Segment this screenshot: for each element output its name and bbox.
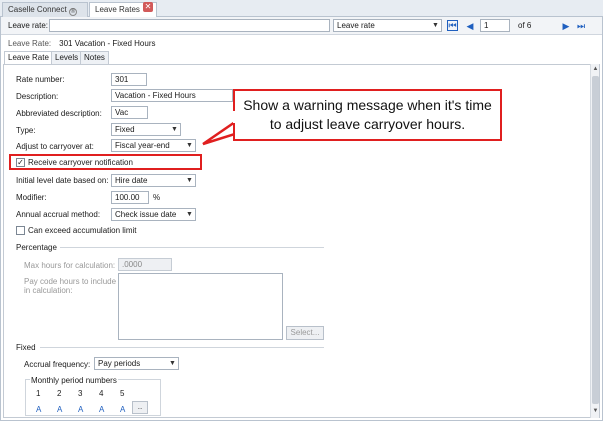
tab-notes[interactable]: Notes (80, 51, 109, 64)
annual-accrual-value: Check issue date (115, 210, 177, 219)
chevron-down-icon: ▼ (186, 177, 193, 184)
fixed-section-title: Fixed (16, 343, 36, 352)
annotation-callout: Show a warning message when it's time to… (233, 89, 502, 141)
document-tab-strip: Caselle Connect ® Leave Rates ✕ (0, 0, 603, 18)
chevron-down-icon: ▼ (432, 22, 439, 29)
period-number: 4 (99, 389, 104, 398)
period-number: 3 (78, 389, 83, 398)
modifier-input[interactable]: 100.00 (111, 191, 149, 204)
tab-label: Caselle Connect (8, 5, 67, 14)
tab-leave-rate[interactable]: Leave Rate (4, 51, 53, 65)
annual-accrual-select[interactable]: Check issue date ▼ (111, 208, 196, 221)
tab-label: Leave Rates (95, 5, 140, 14)
record-total: of 6 (518, 21, 532, 30)
exceed-limit-label: Can exceed accumulation limit (28, 226, 137, 235)
more-periods-button[interactable]: .. (132, 401, 148, 414)
percent-unit: % (153, 193, 161, 202)
current-record-info: Leave Rate: 301 Vacation - Fixed Hours (8, 39, 155, 48)
leave-rate-label: Leave rate: (8, 21, 49, 30)
abbreviated-description-label: Abbreviated description: (16, 109, 102, 118)
period-value[interactable]: A (36, 405, 41, 414)
leave-rate-select-value: Leave rate (337, 21, 375, 30)
max-hours-label: Max hours for calculation: (24, 261, 116, 270)
chevron-down-icon: ▼ (171, 126, 178, 133)
scroll-down-icon[interactable]: ▼ (592, 408, 599, 414)
select-pay-codes-button[interactable]: Select... (286, 326, 324, 340)
previous-record-icon[interactable]: ◀ (464, 20, 476, 32)
accrual-frequency-value: Pay periods (98, 359, 141, 368)
type-label: Type: (16, 126, 36, 135)
close-tab-icon[interactable]: ✕ (143, 2, 153, 12)
chevron-down-icon: ▼ (186, 142, 193, 149)
period-value[interactable]: A (57, 405, 62, 414)
vertical-scrollbar[interactable]: ▲ ▼ (590, 64, 599, 418)
last-record-icon[interactable]: ⏭ (575, 20, 587, 32)
rate-number-input[interactable]: 301 (111, 73, 147, 86)
section-divider (40, 347, 324, 348)
adjust-carryover-label: Adjust to carryover at: (16, 142, 94, 151)
leave-rate-input[interactable] (49, 19, 330, 32)
first-record-icon[interactable]: ⏮ (447, 20, 458, 31)
type-value: Fixed (115, 125, 135, 134)
chevron-down-icon: ▼ (186, 211, 193, 218)
abbreviated-description-input[interactable]: Vac (111, 106, 148, 119)
adjust-carryover-value: Fiscal year-end (115, 141, 170, 150)
callout-join (233, 111, 236, 123)
period-value[interactable]: A (99, 405, 104, 414)
type-select[interactable]: Fixed ▼ (111, 123, 181, 136)
chevron-down-icon: ▼ (169, 360, 176, 367)
period-value[interactable]: A (78, 405, 83, 414)
pay-code-list[interactable] (118, 273, 283, 340)
callout-pointer (202, 119, 237, 146)
rate-number-label: Rate number: (16, 75, 65, 84)
leave-rate-select[interactable]: Leave rate ▼ (333, 19, 442, 32)
pay-code-label-line2: in calculation: (24, 286, 73, 295)
exceed-limit-checkbox[interactable] (16, 226, 25, 235)
modifier-label: Modifier: (16, 193, 47, 202)
adjust-carryover-select[interactable]: Fiscal year-end ▼ (111, 139, 196, 152)
period-number: 5 (120, 389, 125, 398)
info-value: 301 Vacation - Fixed Hours (59, 39, 156, 48)
next-record-icon[interactable]: ▶ (560, 20, 572, 32)
tab-caselle-connect[interactable]: Caselle Connect ® (2, 2, 88, 17)
info-label: Leave Rate: (8, 39, 52, 48)
scroll-up-icon[interactable]: ▲ (592, 66, 599, 72)
section-divider (60, 247, 324, 248)
initial-level-select[interactable]: Hire date ▼ (111, 174, 196, 187)
pin-icon[interactable]: ® (68, 8, 77, 16)
accrual-frequency-select[interactable]: Pay periods ▼ (94, 357, 179, 370)
record-toolbar: Leave rate: Leave rate ▼ ⏮ ◀ 1 of 6 ▶ ⏭ (1, 17, 602, 35)
period-number: 2 (57, 389, 62, 398)
pay-code-label-line1: Pay code hours to include (24, 277, 117, 286)
monthly-period-label: Monthly period numbers (30, 376, 118, 385)
period-value[interactable]: A (120, 405, 125, 414)
percentage-section-title: Percentage (16, 243, 57, 252)
initial-level-label: Initial level date based on: (16, 176, 109, 185)
annotation-line-1: Show a warning message when it's time (243, 97, 492, 113)
highlight-box (9, 154, 202, 170)
scrollbar-thumb[interactable] (592, 76, 599, 404)
record-number-input[interactable]: 1 (480, 19, 510, 32)
max-hours-input[interactable]: .0000 (118, 258, 172, 271)
period-number: 1 (36, 389, 41, 398)
initial-level-value: Hire date (115, 176, 148, 185)
tab-levels[interactable]: Levels (51, 51, 83, 64)
annual-accrual-label: Annual accrual method: (16, 210, 101, 219)
annotation-line-2: to adjust leave carryover hours. (269, 116, 466, 132)
accrual-frequency-label: Accrual frequency: (24, 360, 91, 369)
description-label: Description: (16, 92, 59, 101)
